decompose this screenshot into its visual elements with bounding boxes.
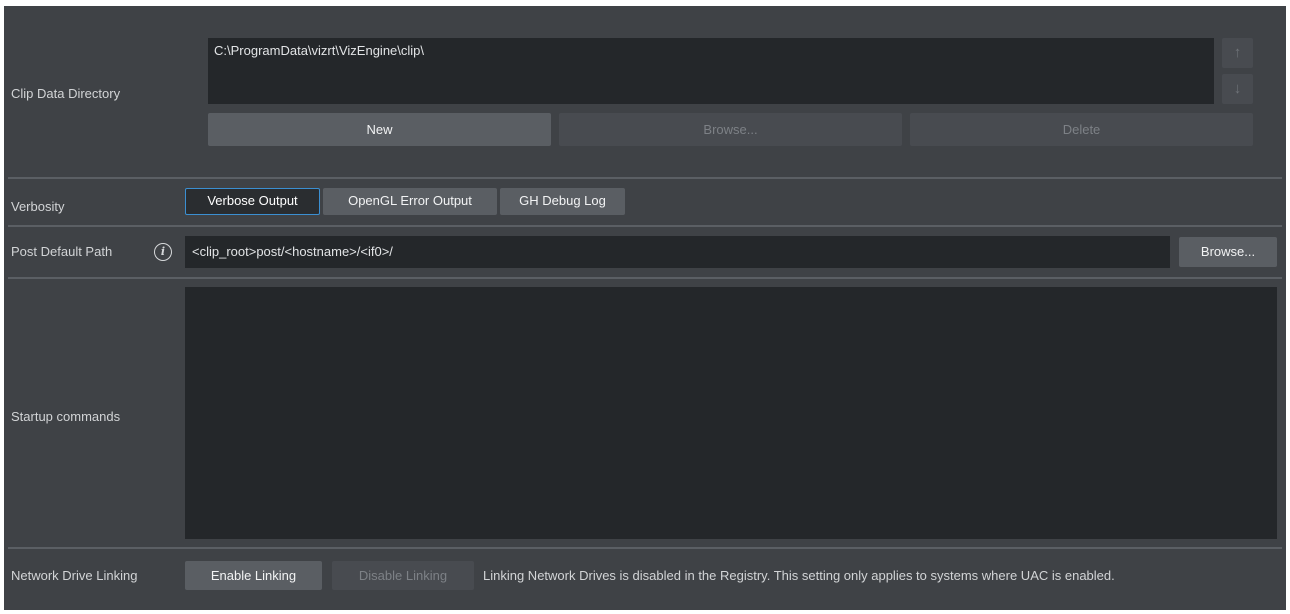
section-divider	[8, 177, 1282, 179]
arrow-down-icon: ↓	[1233, 80, 1242, 97]
delete-button[interactable]: Delete	[910, 113, 1253, 146]
browse-clip-button[interactable]: Browse...	[559, 113, 902, 146]
clip-directory-item[interactable]: C:\ProgramData\vizrt\VizEngine\clip\	[214, 43, 424, 58]
section-divider	[8, 277, 1282, 279]
section-divider	[8, 225, 1282, 227]
browse-post-path-button[interactable]: Browse...	[1179, 237, 1277, 267]
disable-linking-button[interactable]: Disable Linking	[332, 561, 474, 590]
verbosity-label: Verbosity	[11, 199, 65, 214]
verbose-output-toggle[interactable]: Verbose Output	[185, 188, 320, 215]
clip-directory-list[interactable]: C:\ProgramData\vizrt\VizEngine\clip\	[208, 38, 1214, 104]
move-down-button[interactable]: ↓	[1222, 74, 1253, 104]
startup-commands-textarea[interactable]	[185, 287, 1277, 539]
section-divider	[8, 547, 1282, 549]
network-linking-note: Linking Network Drives is disabled in th…	[483, 568, 1115, 583]
new-button[interactable]: New	[208, 113, 551, 146]
post-default-path-label: Post Default Path	[11, 244, 113, 259]
clip-data-directory-label: Clip Data Directory	[11, 86, 121, 101]
network-drive-linking-label: Network Drive Linking	[11, 568, 138, 583]
post-path-input[interactable]: <clip_root>post/<hostname>/<if0>/	[185, 236, 1170, 268]
settings-panel: Clip Data Directory C:\ProgramData\vizrt…	[4, 6, 1286, 610]
opengl-error-output-toggle[interactable]: OpenGL Error Output	[323, 188, 497, 215]
info-icon[interactable]: i	[154, 243, 172, 261]
move-up-button[interactable]: ↑	[1222, 38, 1253, 68]
arrow-up-icon: ↑	[1233, 44, 1242, 61]
post-path-value: <clip_root>post/<hostname>/<if0>/	[192, 244, 393, 259]
enable-linking-button[interactable]: Enable Linking	[185, 561, 322, 590]
startup-commands-label: Startup commands	[11, 409, 121, 424]
gh-debug-log-toggle[interactable]: GH Debug Log	[500, 188, 625, 215]
